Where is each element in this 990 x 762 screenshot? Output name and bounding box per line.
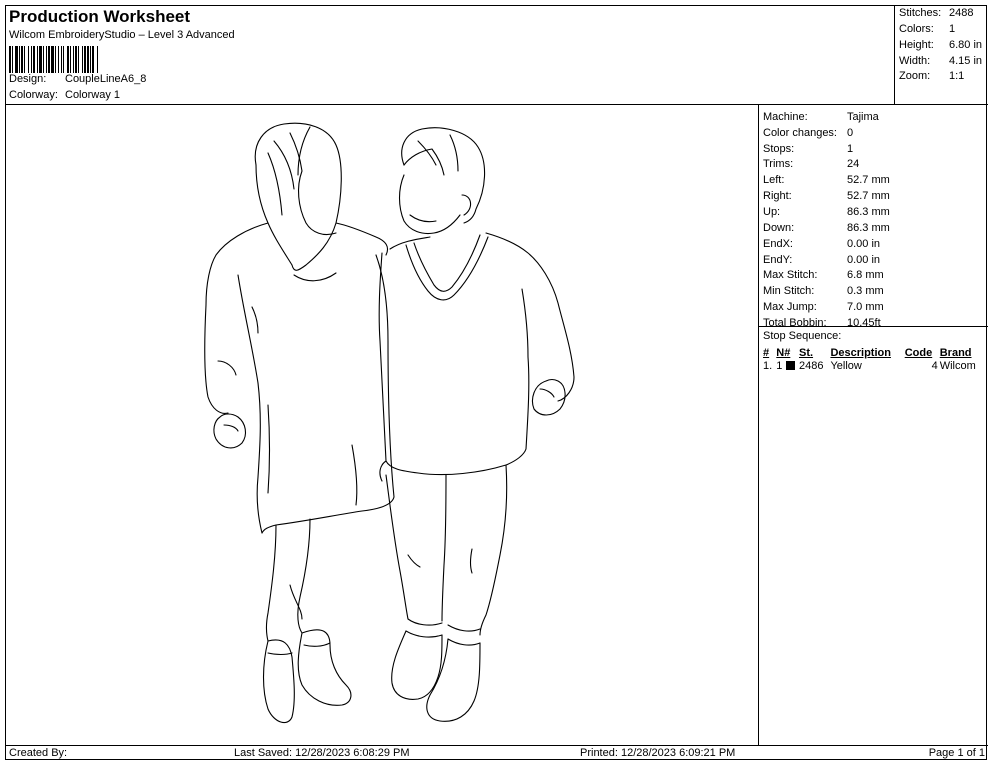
design-value: CoupleLineA6_8 bbox=[65, 73, 147, 85]
row-swatch-cell bbox=[785, 360, 799, 372]
info-stops: Stops: 1 bbox=[763, 143, 854, 155]
page-number: Page 1 of 1 bbox=[928, 747, 985, 759]
colorway-value: Colorway 1 bbox=[65, 89, 121, 101]
software-subtitle: Wilcom EmbroideryStudio – Level 3 Advanc… bbox=[9, 29, 235, 41]
created-by: Created By: bbox=[9, 747, 68, 759]
row-index: 1. bbox=[763, 360, 773, 372]
couple-line-art bbox=[204, 122, 575, 724]
col-index: # bbox=[763, 347, 770, 359]
worksheet-header: Production Worksheet Wilcom EmbroiderySt… bbox=[6, 6, 988, 105]
info-left: Left: 52.7 mm bbox=[763, 174, 890, 186]
info-right: Right: 52.7 mm bbox=[763, 190, 890, 202]
info-total-bobbin: Total Bobbin: 10.45ft bbox=[763, 317, 881, 329]
info-machine: Machine: Tajima bbox=[763, 111, 879, 123]
design-row: Design: CoupleLineA6_8 bbox=[9, 73, 146, 85]
man-figure bbox=[378, 127, 575, 722]
woman-figure bbox=[204, 122, 395, 724]
page-title: Production Worksheet bbox=[9, 7, 191, 26]
info-max-stitch: Max Stitch: 6.8 mm bbox=[763, 269, 884, 281]
stat-zoom: Zoom: 1:1 bbox=[899, 70, 965, 82]
design-stats: Stitches: 2488 Colors: 1 Height: 6.80 in Wi… bbox=[894, 6, 988, 105]
worksheet-footer: Created By: Last Saved: 12/28/2023 6:08:… bbox=[6, 745, 988, 761]
info-up: Up: 86.3 mm bbox=[763, 206, 890, 218]
color-swatch bbox=[785, 361, 795, 370]
design-canvas bbox=[6, 105, 759, 745]
info-endy: EndY: 0.00 in bbox=[763, 254, 881, 266]
info-color-changes: Color changes: 0 bbox=[763, 127, 854, 139]
machine-info-panel: Machine: Tajima Color changes: 0 Stops: 1 T… bbox=[759, 105, 988, 745]
last-saved: Last Saved: 12/28/2023 6:08:29 PM bbox=[234, 747, 410, 759]
design-label: Design: bbox=[9, 73, 47, 85]
col-brand: Brand bbox=[939, 347, 972, 359]
info-endx: EndX: 0.00 in bbox=[763, 238, 881, 250]
stat-stitches: Stitches: 2488 bbox=[899, 7, 974, 19]
stat-width: Width: 4.15 in bbox=[899, 55, 983, 67]
worksheet-page: Production Worksheet Wilcom EmbroiderySt… bbox=[5, 5, 988, 761]
info-min-stitch: Min Stitch: 0.3 mm bbox=[763, 285, 884, 297]
row-code: 4 bbox=[931, 360, 938, 372]
table-header-row: # N# St. Description Code Brand bbox=[763, 347, 985, 360]
stop-sequence-label: Stop Sequence: bbox=[763, 330, 842, 342]
stat-height: Height: 6.80 in bbox=[899, 39, 983, 51]
col-stitches: St. bbox=[798, 347, 814, 359]
stat-colors: Colors: 1 bbox=[899, 23, 956, 35]
barcode-bar bbox=[98, 46, 99, 73]
row-stitches: 2486 bbox=[798, 360, 824, 372]
col-description: Description bbox=[830, 347, 891, 359]
row-n: 1 bbox=[776, 360, 783, 372]
barcode bbox=[9, 46, 214, 73]
colorway-row: Colorway: Colorway 1 bbox=[9, 89, 120, 101]
info-down: Down: 86.3 mm bbox=[763, 222, 890, 234]
col-n: N# bbox=[776, 347, 791, 359]
info-max-jump: Max Jump: 7.0 mm bbox=[763, 301, 884, 313]
table-row: 1. 1 2486 Yellow 4 Wilcom bbox=[763, 360, 985, 372]
info-trims: Trims: 24 bbox=[763, 158, 860, 170]
col-code: Code bbox=[904, 347, 933, 359]
stop-sequence-table: # N# St. Description Code Brand 1. 1 248… bbox=[763, 347, 985, 372]
colorway-label: Colorway: bbox=[9, 89, 58, 101]
row-description: Yellow bbox=[830, 360, 862, 372]
panel-divider bbox=[759, 326, 988, 327]
printed-date: Printed: 12/28/2023 6:09:21 PM bbox=[580, 747, 736, 759]
row-brand: Wilcom bbox=[939, 360, 976, 372]
